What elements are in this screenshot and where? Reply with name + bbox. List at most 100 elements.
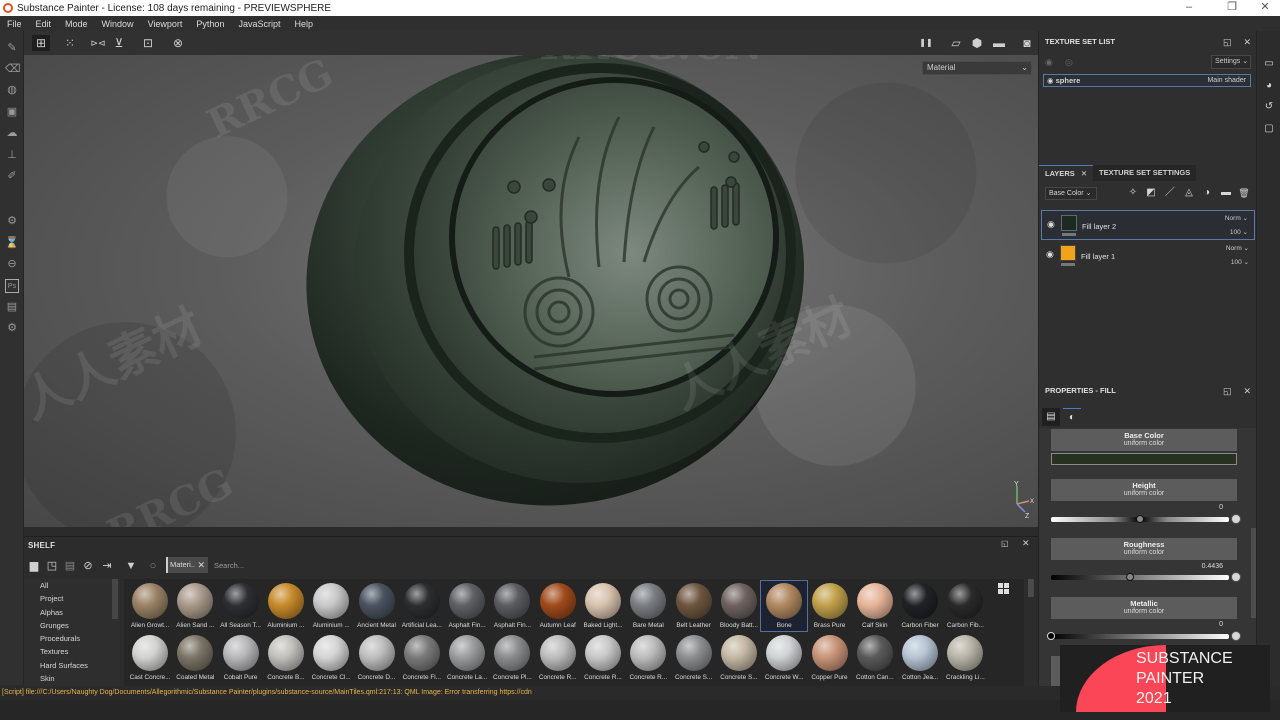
float-panel-icon[interactable]: ◱ — [1223, 37, 1232, 47]
add-paint-layer-icon[interactable]: ／ — [1164, 187, 1176, 199]
eraser-icon[interactable]: ⌫ — [5, 62, 21, 76]
material-tile[interactable]: All Season T... — [218, 581, 264, 631]
menu-mode[interactable]: Mode — [65, 19, 88, 29]
material-tile[interactable]: Calf Skin — [852, 581, 898, 631]
shader-name[interactable]: Main shader — [1207, 75, 1246, 86]
add-frame-icon[interactable]: ⊡ — [139, 35, 157, 51]
material-tile[interactable]: Aluminium ... — [263, 581, 309, 631]
material-tile[interactable]: Cotton Can... — [852, 633, 898, 683]
display-settings-icon[interactable]: ▭ — [1263, 58, 1275, 70]
channel-roughness[interactable]: Roughness uniform color — [1051, 538, 1237, 560]
roughness-slider[interactable] — [1051, 573, 1229, 581]
add-fill-layer-icon[interactable]: ◬ — [1183, 187, 1195, 199]
material-tile[interactable]: Cotton Jea... — [897, 633, 943, 683]
smudge-icon[interactable]: ☁ — [5, 126, 19, 140]
category-textures[interactable]: Textures — [24, 645, 120, 658]
color-picker-icon[interactable]: ✐ — [5, 169, 19, 183]
delete-icon[interactable]: 🗑 — [1238, 187, 1250, 199]
material-tile[interactable]: Ancient Metal — [354, 581, 400, 631]
material-tile[interactable]: Concrete S... — [716, 633, 762, 683]
slider-knob[interactable] — [1136, 515, 1144, 523]
render-mode-dropdown[interactable]: Material ⌄ — [922, 61, 1032, 75]
material-tile[interactable]: Cobalt Pure — [218, 633, 264, 683]
display-2d-icon[interactable]: ▱ — [947, 35, 965, 51]
settings-icon[interactable]: ⚙ — [5, 321, 19, 335]
texture-set-row[interactable]: ◉ sphere Main shader — [1043, 74, 1251, 87]
material-picker-icon[interactable]: ⊖ — [5, 257, 19, 271]
shader-settings-icon[interactable]: ◕ — [1263, 80, 1275, 92]
eye-icon[interactable]: ◉ — [1047, 219, 1055, 230]
grid-view-icon[interactable] — [998, 583, 1010, 595]
new-shelf-icon[interactable]: ◳ — [45, 559, 59, 573]
material-tile[interactable]: Concrete R... — [535, 633, 581, 683]
material-tile[interactable]: Concrete Fl... — [399, 633, 445, 683]
float-panel-icon[interactable]: ◱ — [1223, 386, 1232, 396]
clone-stamp-icon[interactable]: ⊥ — [5, 148, 19, 162]
close-window-button[interactable]: ✕ — [1250, 0, 1280, 16]
display-3d-icon[interactable]: ⬢ — [968, 35, 986, 51]
base-color-swatch[interactable] — [1051, 453, 1237, 465]
tab-layers[interactable]: LAYERS ✕ — [1039, 165, 1094, 181]
photoshop-export-icon[interactable]: Ps — [5, 279, 19, 293]
remove-filter-icon[interactable]: ✕ — [197, 557, 205, 573]
menu-file[interactable]: File — [7, 19, 22, 29]
material-tile[interactable]: Coated Metal — [172, 633, 218, 683]
log-icon[interactable]: ▢ — [1263, 123, 1275, 135]
reset-value-icon[interactable] — [1231, 514, 1241, 524]
material-tile[interactable]: Brass Pure — [807, 581, 853, 631]
category-hard-surfaces[interactable]: Hard Surfaces — [24, 659, 120, 672]
metallic-slider[interactable] — [1047, 632, 1229, 640]
layer-row[interactable]: ◉ Fill layer 1 Norm ⌄ 100 ⌄ — [1041, 241, 1255, 271]
material-tile[interactable]: Artificial Lea... — [399, 581, 445, 631]
shelf-search-input[interactable] — [214, 557, 1004, 573]
channel-metallic[interactable]: Metallic uniform color — [1051, 597, 1237, 619]
history-icon[interactable]: ↺ — [1263, 101, 1275, 113]
category-alphas[interactable]: Alphas — [24, 606, 120, 619]
blend-mode-dropdown[interactable]: Norm ⌄ — [1226, 244, 1249, 252]
category-grunges[interactable]: Grunges — [24, 619, 120, 632]
reset-value-icon[interactable] — [1231, 631, 1241, 641]
material-tile[interactable]: Concrete Pl... — [489, 633, 535, 683]
material-tile[interactable]: Carbon Fib... — [942, 581, 988, 631]
add-folder-icon[interactable]: ▬ — [1220, 187, 1232, 199]
material-tile[interactable]: Alien Sand ... — [172, 581, 218, 631]
layer-row[interactable]: ◉ Fill layer 2 Norm ⌄ 100 ⌄ — [1041, 210, 1255, 240]
category-skin[interactable]: Skin — [24, 672, 120, 685]
material-tile[interactable]: Aluminium ... — [308, 581, 354, 631]
slider-knob[interactable] — [1047, 632, 1055, 640]
close-tab-icon[interactable]: ✕ — [1081, 169, 1087, 178]
material-tile[interactable]: Cast Concre... — [127, 633, 173, 683]
height-slider[interactable] — [1051, 515, 1229, 523]
material-tile[interactable]: Concrete R... — [625, 633, 671, 683]
material-tile[interactable]: Asphalt Fin... — [489, 581, 535, 631]
reset-icon[interactable]: ⊗ — [169, 35, 187, 51]
filter-chip[interactable]: Materi.. ✕ — [166, 557, 208, 573]
circle-filter-icon[interactable]: ○ — [146, 559, 160, 573]
visibility-all-icon[interactable]: ◉ — [1045, 57, 1053, 68]
material-tile[interactable]: Concrete S... — [671, 633, 717, 683]
pause-icon[interactable]: ❚❚ — [917, 35, 935, 51]
bake-icon[interactable]: ⚙ — [5, 214, 19, 228]
material-tile[interactable]: Concrete Cl... — [308, 633, 354, 683]
slider-knob[interactable] — [1125, 573, 1134, 581]
add-mask-icon[interactable]: ◩ — [1145, 187, 1157, 199]
tab-texture-set-settings[interactable]: TEXTURE SET SETTINGS — [1093, 165, 1197, 181]
add-effect-icon[interactable]: ✧ — [1127, 187, 1139, 199]
mirror-horizontal-icon[interactable]: ⊳⊲ — [89, 35, 107, 51]
screenshot-icon[interactable]: ◙ — [1018, 35, 1036, 51]
database-icon[interactable]: ▤ — [63, 559, 77, 573]
mirror-vertical-icon[interactable]: ⊻ — [110, 35, 128, 51]
shelf-scrollbar[interactable] — [1028, 579, 1034, 597]
geometry-fill-icon[interactable]: ▣ — [5, 105, 19, 119]
material-tile[interactable]: Bloody Batt... — [716, 581, 762, 631]
material-tile[interactable]: Asphalt Fin... — [444, 581, 490, 631]
3d-viewport[interactable]: Material ⌄ Y X Z RRCG.CN RRCG 人人素材 人人素材 … — [24, 55, 1038, 527]
folder-icon[interactable]: ▆ — [27, 559, 41, 573]
category-all[interactable]: All — [24, 579, 120, 592]
float-panel-icon[interactable]: ◱ — [1001, 539, 1009, 548]
close-panel-icon[interactable]: ✕ — [1022, 538, 1030, 549]
menu-window[interactable]: Window — [102, 19, 134, 29]
maximize-button[interactable]: ❐ — [1217, 0, 1247, 16]
menu-help[interactable]: Help — [294, 19, 313, 29]
material-tile[interactable]: Concrete R... — [580, 633, 626, 683]
